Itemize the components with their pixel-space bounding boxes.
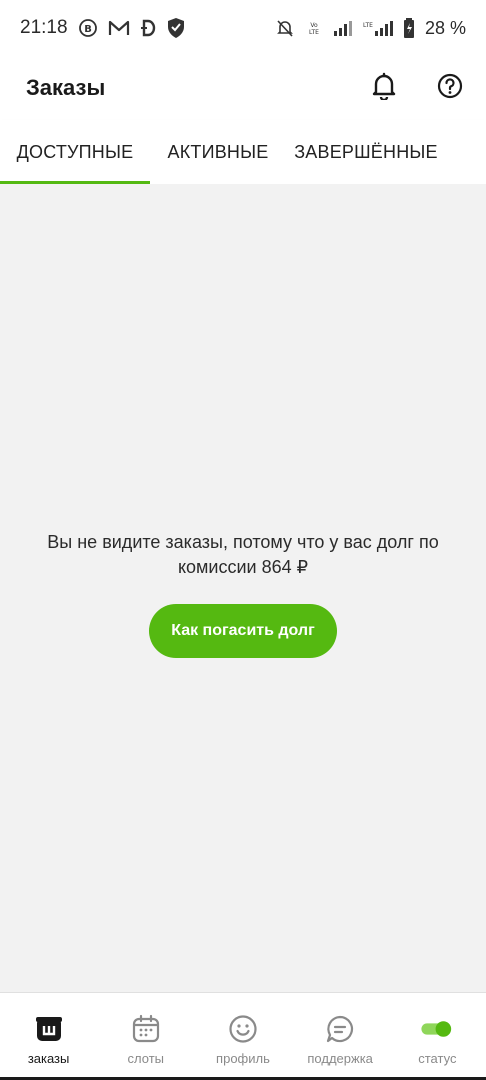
- shield-icon: [166, 17, 186, 39]
- tab-completed[interactable]: ЗАВЕРШЁННЫЕ: [286, 120, 446, 184]
- debt-message: Вы не видите заказы, потому что у вас до…: [47, 532, 439, 577]
- empty-state: Вы не видите заказы, потому что у вас до…: [20, 530, 466, 658]
- tab-label: ЗАВЕРШЁННЫЕ: [294, 141, 438, 162]
- status-bar-right: Vo LTE LTE 28 %: [275, 18, 466, 39]
- battery-icon: [403, 18, 415, 38]
- nav-label: слоты: [127, 1051, 165, 1066]
- main-content: Вы не видите заказы, потому что у вас до…: [0, 184, 486, 992]
- app-bar: Заказы: [0, 56, 486, 120]
- page-title: Заказы: [26, 75, 106, 100]
- battery-percent: 28 %: [424, 17, 466, 38]
- signal-icon: [333, 20, 353, 36]
- nav-support[interactable]: поддержка: [292, 993, 389, 1080]
- b-circle-icon: B: [78, 18, 98, 38]
- m-app-icon: [108, 19, 130, 37]
- lte-signal-icon: LTE: [363, 20, 393, 36]
- tab-active[interactable]: АКТИВНЫЕ: [150, 120, 286, 184]
- tab-label: ДОСТУПНЫЕ: [16, 141, 134, 162]
- help-button[interactable]: [432, 70, 468, 106]
- svg-text:B: B: [84, 24, 92, 35]
- volte-icon: Vo LTE: [305, 20, 323, 36]
- status-bar: 21:18 B Vo LTE LTE 28 %: [0, 0, 486, 56]
- tab-available[interactable]: ДОСТУПНЫЕ: [0, 120, 150, 184]
- nav-profile[interactable]: профиль: [194, 993, 291, 1080]
- nav-slots[interactable]: слоты: [97, 993, 194, 1080]
- d-app-icon: [140, 19, 156, 37]
- svg-text:LTE: LTE: [363, 22, 373, 29]
- svg-text:LTE: LTE: [309, 29, 319, 36]
- smiley-icon: [226, 1013, 260, 1045]
- nav-label: поддержка: [307, 1051, 373, 1066]
- nav-label: заказы: [27, 1051, 70, 1066]
- status-bar-left: 21:18 B: [20, 17, 186, 39]
- order-tabs: ДОСТУПНЫЕ АКТИВНЫЕ ЗАВЕРШЁННЫЕ: [0, 120, 486, 184]
- status-toggle[interactable]: [420, 1013, 454, 1045]
- nav-label: статус: [418, 1051, 457, 1066]
- nav-label: профиль: [216, 1051, 270, 1066]
- notifications-button[interactable]: [366, 70, 402, 106]
- bell-off-icon: [275, 18, 295, 38]
- bell-icon: [371, 72, 397, 105]
- help-icon: [437, 73, 463, 104]
- nav-status[interactable]: статус: [389, 993, 486, 1080]
- calendar-icon: [129, 1013, 163, 1045]
- nav-orders[interactable]: заказы: [0, 993, 97, 1080]
- status-time: 21:18: [20, 17, 68, 38]
- svg-text:Vo: Vo: [310, 22, 318, 29]
- tab-label: АКТИВНЫЕ: [167, 141, 269, 162]
- chat-icon: [323, 1013, 357, 1045]
- app-bar-actions: [366, 70, 468, 106]
- bottom-nav: заказы слоты профиль поддержка статус: [0, 992, 486, 1080]
- orders-icon: [32, 1013, 66, 1045]
- pay-debt-button[interactable]: Как погасить долг: [149, 604, 337, 658]
